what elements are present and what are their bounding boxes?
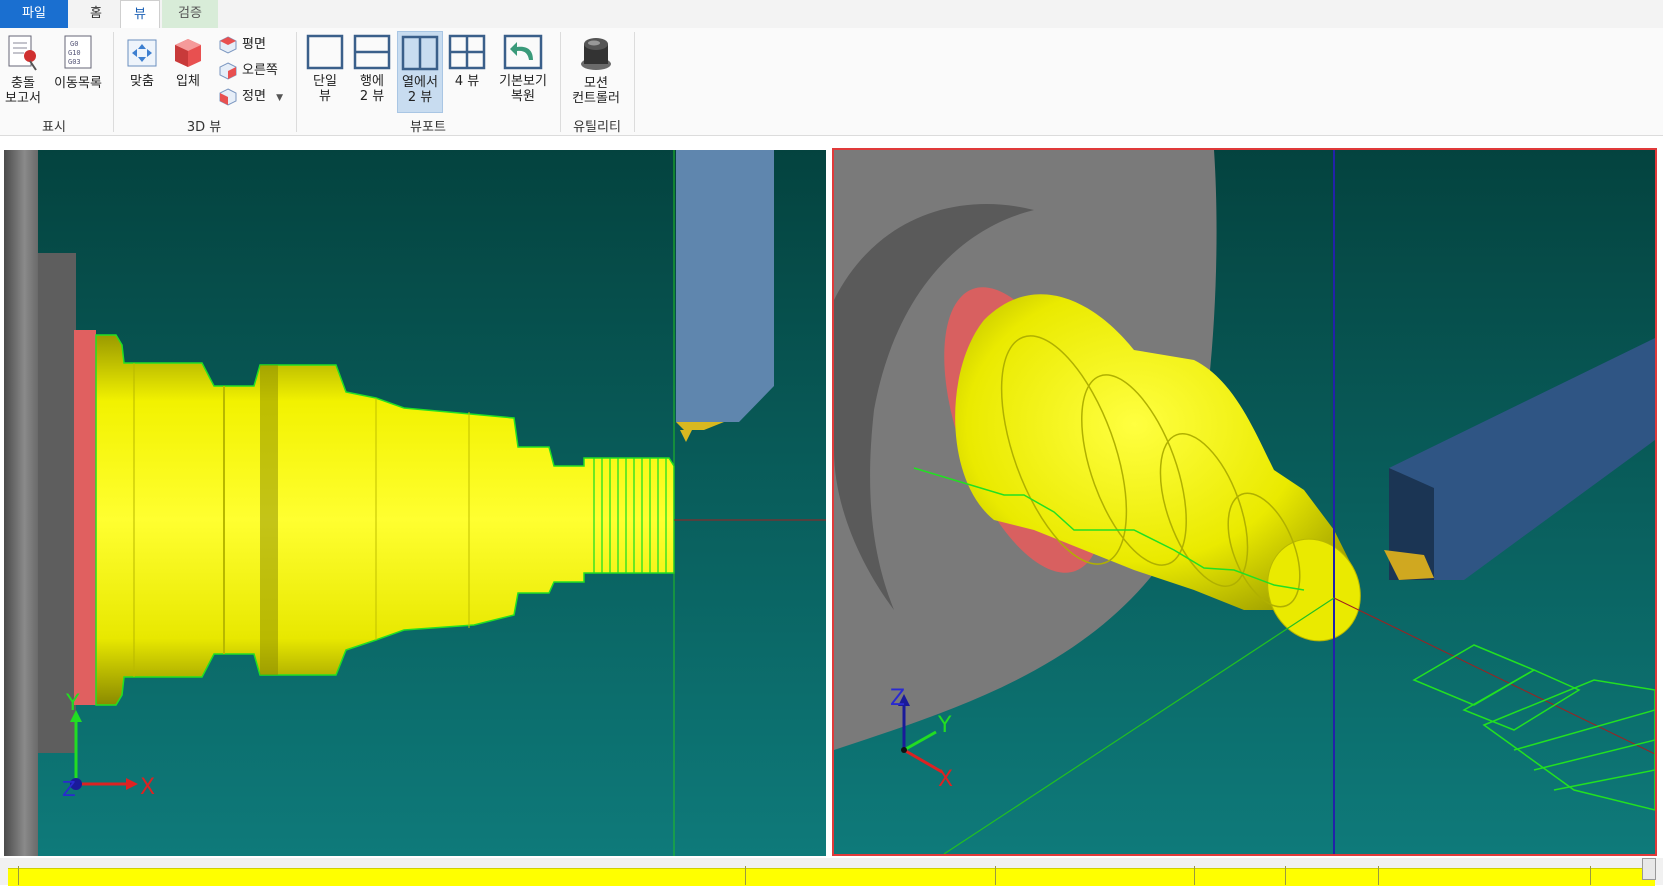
two-columns-label-1: 열에서 bbox=[402, 75, 438, 90]
tab-file[interactable]: 파일 bbox=[0, 0, 68, 28]
single-view-icon bbox=[306, 34, 344, 70]
left-viewport[interactable]: Y X Z bbox=[4, 150, 826, 856]
motion-list-label: 이동목록 bbox=[54, 76, 102, 91]
front-view-cube-icon bbox=[219, 87, 237, 106]
timeline-progress-bar[interactable] bbox=[8, 868, 1655, 886]
tab-verify[interactable]: 검증 bbox=[162, 0, 218, 28]
timeline-slider-thumb[interactable] bbox=[1642, 858, 1656, 880]
two-columns-view-icon bbox=[401, 35, 439, 71]
motion-list-icon-text-2: G10 bbox=[68, 49, 81, 57]
restore-default-view-button[interactable]: 기본보기 복원 bbox=[493, 34, 553, 104]
timeline-tick bbox=[18, 866, 19, 885]
two-rows-label-1: 행에 bbox=[360, 74, 384, 89]
ribbon-panel: 충돌 보고서 G0 G10 G03 이동목록 표시 맞춤 입체 평면 오른쪽 정… bbox=[0, 28, 1663, 136]
timeline-tick bbox=[745, 866, 746, 885]
group-label-3d-view: 3D 뷰 bbox=[186, 120, 222, 135]
top-view-button[interactable]: 평면 bbox=[218, 34, 266, 56]
timeline-tick bbox=[1285, 866, 1286, 885]
right-axis-z-label: Z bbox=[890, 686, 905, 711]
motion-controller-label-1: 모션 bbox=[584, 76, 608, 91]
ribbon-tab-bar: 파일 홈 뷰 검증 bbox=[0, 0, 1663, 30]
four-view-icon bbox=[448, 34, 486, 70]
front-view-label: 정면 bbox=[242, 89, 266, 104]
left-axis-y-label: Y bbox=[65, 691, 80, 716]
motion-list-icon: G0 G10 G03 bbox=[64, 35, 92, 69]
two-rows-view-button[interactable]: 행에 2 뷰 bbox=[350, 34, 394, 104]
four-view-label: 4 뷰 bbox=[454, 74, 480, 89]
collision-report-label-1: 충돌 bbox=[11, 76, 35, 91]
group-label-utility: 유틸리티 bbox=[573, 120, 621, 135]
solid-label: 입체 bbox=[176, 74, 200, 89]
motion-list-icon-text-3: G03 bbox=[68, 58, 81, 66]
lathe-3d-view-scene: Z Y X bbox=[834, 150, 1655, 854]
lathe-side-view-scene: Y X Z bbox=[4, 150, 826, 856]
right-view-cube-icon bbox=[219, 61, 237, 80]
collision-report-label-2: 보고서 bbox=[5, 91, 41, 106]
collision-report-button[interactable]: 충돌 보고서 bbox=[2, 34, 44, 106]
right-axis-y-label: Y bbox=[937, 713, 952, 738]
timeline-tick bbox=[1590, 866, 1591, 885]
single-view-label-1: 단일 bbox=[313, 74, 337, 89]
collision-report-icon bbox=[8, 35, 37, 71]
restore-view-label-2: 복원 bbox=[511, 89, 535, 104]
solid-button[interactable]: 입체 bbox=[170, 36, 206, 89]
dropdown-arrow-icon[interactable]: ▼ bbox=[276, 93, 283, 103]
fit-label: 맞춤 bbox=[130, 74, 154, 89]
fit-icon bbox=[127, 39, 157, 67]
group-label-viewport: 뷰포트 bbox=[410, 120, 446, 135]
right-view-label: 오른쪽 bbox=[242, 63, 278, 78]
left-axis-x-label: X bbox=[140, 775, 155, 800]
two-rows-label-2: 2 뷰 bbox=[359, 89, 385, 104]
single-view-label-2: 뷰 bbox=[319, 89, 331, 104]
timeline-tick bbox=[1378, 866, 1379, 885]
timeline-tick bbox=[995, 866, 996, 885]
left-axis-z-label: Z bbox=[62, 777, 76, 801]
motion-list-icon-text-1: G0 bbox=[70, 40, 78, 48]
right-view-button[interactable]: 오른쪽 bbox=[218, 60, 278, 82]
solid-cube-icon bbox=[175, 39, 201, 67]
four-view-button[interactable]: 4 뷰 bbox=[445, 34, 489, 89]
restore-view-label-1: 기본보기 bbox=[499, 74, 547, 89]
top-view-label: 평면 bbox=[242, 37, 266, 52]
undo-arrow-icon bbox=[503, 34, 543, 70]
timeline-tick bbox=[1194, 866, 1195, 885]
two-columns-label-2: 2 뷰 bbox=[407, 90, 433, 105]
group-label-display: 표시 bbox=[42, 120, 66, 135]
top-view-cube-icon bbox=[219, 35, 237, 54]
fit-button[interactable]: 맞춤 bbox=[122, 36, 162, 89]
right-axis-x-label: X bbox=[938, 767, 953, 792]
motion-list-button[interactable]: G0 G10 G03 이동목록 bbox=[50, 34, 106, 91]
front-view-button[interactable]: 정면 ▼ bbox=[218, 86, 283, 108]
motion-controller-icon bbox=[581, 38, 611, 70]
group-separator bbox=[634, 32, 635, 132]
two-rows-view-icon bbox=[353, 34, 391, 70]
motion-controller-label-2: 컨트롤러 bbox=[572, 91, 620, 106]
tab-home[interactable]: 홈 bbox=[74, 0, 118, 28]
motion-controller-button[interactable]: 모션 컨트롤러 bbox=[566, 34, 626, 106]
simulation-timeline[interactable] bbox=[0, 858, 1663, 886]
tab-view[interactable]: 뷰 bbox=[120, 0, 160, 30]
right-viewport-active[interactable]: Z Y X bbox=[832, 148, 1657, 856]
single-view-button[interactable]: 단일 뷰 bbox=[303, 34, 347, 104]
two-columns-view-button[interactable]: 열에서 2 뷰 bbox=[397, 31, 443, 113]
